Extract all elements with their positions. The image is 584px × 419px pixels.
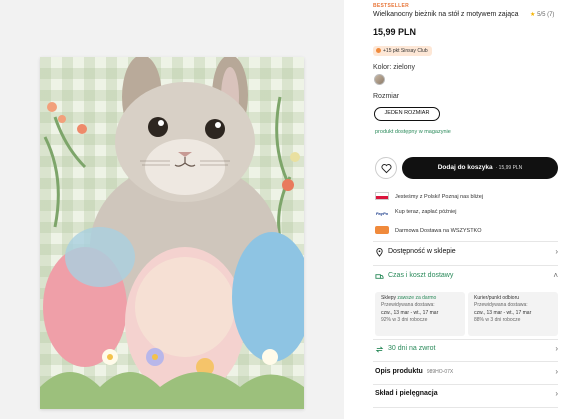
truck-icon xyxy=(375,226,389,234)
product-price: 15,99 PLN xyxy=(373,27,417,37)
perk-text: Jesteśmy z Polski! Poznaj nas bliżej xyxy=(395,194,484,200)
product-title: Wielkanocny bieżnik na stół z motywem za… xyxy=(373,11,519,18)
delivery-icon xyxy=(375,274,384,279)
composition-title: Skład i pielęgnacja xyxy=(375,390,438,397)
composition-row[interactable]: Skład i pielęgnacja › xyxy=(375,388,558,402)
store-availability-label: Dostępność w sklepie xyxy=(388,248,456,255)
location-pin-icon xyxy=(376,248,383,257)
description-title: Opis produktu xyxy=(375,368,423,375)
shipping-title: Sklepy xyxy=(381,295,397,301)
shipping-dates: czw., 13 mar - wt., 17 mar xyxy=(381,309,439,316)
delivery-row[interactable]: Czas i koszt dostawy ˄ xyxy=(375,270,558,284)
chevron-right-icon: › xyxy=(555,389,558,398)
chevron-up-icon: ˄ xyxy=(553,271,558,280)
product-image[interactable] xyxy=(40,57,304,409)
shipping-estimate-label: Przewidywana dostawa: xyxy=(474,302,528,309)
shipping-highlight: zawsze za darmo xyxy=(397,295,437,301)
perk-delivery[interactable]: Darmowa Dostawa na WSZYSTKO xyxy=(375,226,482,234)
divider xyxy=(373,265,558,266)
shipping-title: Kurier/punkt odbioru xyxy=(474,295,520,301)
delivery-label: Czas i koszt dostawy xyxy=(388,272,454,279)
product-rating[interactable]: ★ 5/5 (7) xyxy=(530,11,554,18)
shipping-courier-box: Kurier/punkt odbioru Przewidywana dostaw… xyxy=(468,292,558,336)
shipping-rate: 88% w 3 dni robocze xyxy=(474,316,521,323)
paypo-icon: PayPo xyxy=(375,210,389,218)
divider xyxy=(373,407,558,408)
size-label: Rozmiar xyxy=(373,93,400,100)
add-to-cart-price: · 15,99 PLN xyxy=(495,165,523,171)
description-label: Opis produktu 989HO-07X xyxy=(375,368,453,375)
returns-row[interactable]: 30 dni na zwrot › xyxy=(375,343,558,357)
divider xyxy=(373,339,558,340)
store-availability-row[interactable]: Dostępność w sklepie › xyxy=(375,246,558,260)
color-label: Kolor: zielony xyxy=(373,64,416,71)
perk-poland[interactable]: Jesteśmy z Polski! Poznaj nas bliżej xyxy=(375,192,483,200)
star-icon: ★ xyxy=(530,12,536,18)
divider xyxy=(373,241,558,242)
heart-icon xyxy=(381,164,392,174)
divider xyxy=(373,384,558,385)
add-to-cart-button[interactable]: Dodaj do koszyka · 15,99 PLN xyxy=(402,157,558,179)
chevron-right-icon: › xyxy=(555,367,558,376)
perk-text: Darmowa Dostawa na WSZYSTKO xyxy=(395,228,482,234)
shipping-rate: 92% w 3 dni robocze xyxy=(381,316,428,323)
perk-text: Kup teraz, zapłać później xyxy=(395,209,457,215)
product-gallery[interactable] xyxy=(0,0,344,419)
product-code: 989HO-07X xyxy=(426,369,454,375)
club-icon xyxy=(376,47,381,53)
bunny-illustration xyxy=(40,57,304,409)
shipping-estimate-label: Przewidywana dostawa: xyxy=(381,302,435,309)
availability-link[interactable]: produkt dostępny w magazynie xyxy=(375,129,451,135)
color-swatch[interactable] xyxy=(374,74,385,85)
chevron-right-icon: › xyxy=(555,247,558,256)
club-promo-badge: +15 pkt Sinsay Club xyxy=(373,46,432,56)
shipping-stores-box: Sklepy zawsze za darmo Przewidywana dost… xyxy=(375,292,465,336)
wishlist-button[interactable] xyxy=(375,157,397,179)
composition-label: Skład i pielęgnacja xyxy=(375,390,438,397)
club-promo-text: +15 pkt Sinsay Club xyxy=(383,48,428,54)
size-option-button[interactable]: JEDEN ROZMIAR xyxy=(374,107,440,121)
chevron-right-icon: › xyxy=(555,344,558,353)
returns-label: 30 dni na zwrot xyxy=(388,345,436,352)
shipping-dates: czw., 13 mar - wt., 17 mar xyxy=(474,309,532,316)
description-row[interactable]: Opis produktu 989HO-07X › xyxy=(375,366,558,380)
bestseller-badge: BESTSELLER xyxy=(373,3,410,9)
add-to-cart-label: Dodaj do koszyka xyxy=(437,164,493,171)
return-arrows-icon xyxy=(375,346,384,353)
divider xyxy=(373,361,558,362)
rating-value: 5/5 (7) xyxy=(537,12,555,18)
perk-paypo[interactable]: PayPo Kup teraz, zapłać później xyxy=(375,209,456,218)
poland-flag-icon xyxy=(375,192,389,200)
